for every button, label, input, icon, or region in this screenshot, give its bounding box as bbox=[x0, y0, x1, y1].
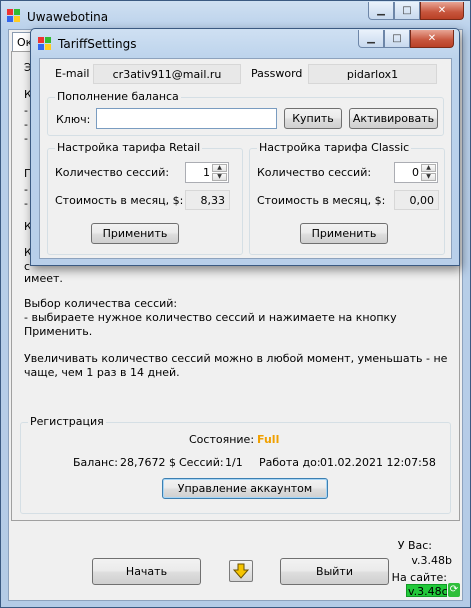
classic-spin-buttons: ▲ ▼ bbox=[421, 164, 436, 181]
dialog-window-controls: ▁ □ ✕ bbox=[358, 30, 454, 48]
bg-text: - bbox=[24, 118, 28, 131]
classic-cost-label: Стоимость в месяц, $: bbox=[257, 194, 386, 207]
registration-caption: Регистрация bbox=[28, 415, 106, 428]
info-text: Выбор количества сессий: - выбираете нуж… bbox=[24, 297, 456, 393]
topup-caption: Пополнение баланса bbox=[55, 90, 181, 103]
info-paragraph-sessions: Выбор количества сессий: - выбираете нуж… bbox=[24, 297, 397, 338]
spin-down-icon[interactable]: ▼ bbox=[421, 173, 436, 181]
info-paragraph-change: Увеличивать количество сессий можно в лю… bbox=[24, 352, 448, 379]
close-icon: ✕ bbox=[427, 33, 437, 44]
down-arrow-icon bbox=[233, 563, 249, 579]
email-field: cr3ativ911@mail.ru bbox=[93, 64, 241, 84]
exit-button[interactable]: Выйти bbox=[280, 558, 389, 585]
classic-group: Настройка тарифа Classic Количество сесс… bbox=[249, 141, 445, 255]
refresh-icon[interactable]: ⟳ bbox=[448, 583, 460, 597]
password-label: Password bbox=[251, 67, 303, 80]
bg-text: - bbox=[24, 183, 28, 196]
key-label: Ключ: bbox=[56, 113, 91, 126]
download-update-button[interactable] bbox=[229, 560, 253, 582]
retail-sessions-label: Количество сессий: bbox=[55, 166, 170, 179]
tariff-settings-dialog: TariffSettings ▁ □ ✕ E-mail cr3ativ911@m… bbox=[30, 28, 460, 266]
bg-text: - bbox=[24, 197, 28, 210]
retail-sessions-value: 1 bbox=[203, 166, 210, 179]
dialog-client-area: E-mail cr3ativ911@mail.ru Password pidar… bbox=[39, 58, 452, 259]
buy-button[interactable]: Купить bbox=[284, 108, 342, 129]
activate-button[interactable]: Активировать bbox=[349, 108, 438, 129]
manage-account-button[interactable]: Управление аккаунтом bbox=[162, 478, 328, 499]
state-label: Состояние: bbox=[189, 433, 255, 446]
bg-text: - bbox=[24, 104, 28, 117]
dialog-app-icon bbox=[38, 37, 51, 50]
classic-sessions-label: Количество сессий: bbox=[257, 166, 372, 179]
retail-caption: Настройка тарифа Retail bbox=[55, 141, 203, 154]
spin-down-icon[interactable]: ▼ bbox=[212, 173, 227, 181]
registration-group: Регистрация Состояние: Full Баланс: 28,7… bbox=[20, 415, 451, 514]
minimize-button[interactable]: ▁ bbox=[368, 2, 394, 20]
main-titlebar[interactable]: Uwawebotina ▁ □ ✕ bbox=[1, 1, 470, 29]
state-value: Full bbox=[257, 433, 280, 446]
bg-text: - bbox=[24, 132, 28, 145]
site-version-value[interactable]: v.3.48c bbox=[406, 584, 448, 598]
retail-group: Настройка тарифа Retail Количество сесси… bbox=[47, 141, 243, 255]
your-version-label: У Вас: bbox=[397, 539, 432, 552]
dialog-minimize-button[interactable]: ▁ bbox=[358, 30, 384, 48]
site-version-label: На сайте: bbox=[391, 571, 447, 584]
topup-group: Пополнение баланса Ключ: Купить Активиро… bbox=[47, 90, 444, 136]
classic-cost-value: 0,00 bbox=[394, 190, 439, 210]
maximize-icon: □ bbox=[402, 5, 412, 16]
password-field: pidarlox1 bbox=[308, 64, 437, 84]
balance-label: Баланс: bbox=[73, 456, 119, 469]
dialog-maximize-button[interactable]: □ bbox=[384, 30, 410, 48]
key-input[interactable] bbox=[96, 108, 277, 129]
retail-spin-buttons: ▲ ▼ bbox=[212, 164, 227, 181]
classic-apply-button[interactable]: Применить bbox=[300, 223, 388, 244]
dialog-title: TariffSettings bbox=[58, 37, 137, 51]
email-label: E-mail bbox=[55, 67, 90, 80]
minimize-icon: ▁ bbox=[367, 33, 375, 44]
app-icon bbox=[7, 9, 20, 22]
retail-cost-label: Стоимость в месяц, $: bbox=[55, 194, 184, 207]
retail-sessions-stepper[interactable]: 1 ▲ ▼ bbox=[185, 162, 229, 183]
maximize-button[interactable]: □ bbox=[394, 2, 420, 20]
start-button[interactable]: Начать bbox=[92, 558, 201, 585]
window-controls: ▁ □ ✕ bbox=[368, 2, 464, 20]
retail-apply-button[interactable]: Применить bbox=[91, 223, 179, 244]
minimize-icon: ▁ bbox=[377, 5, 385, 16]
close-icon: ✕ bbox=[437, 5, 447, 16]
window-title: Uwawebotina bbox=[27, 10, 109, 24]
classic-caption: Настройка тарифа Classic bbox=[257, 141, 412, 154]
work-until-value: 01.02.2021 12:07:58 bbox=[320, 456, 436, 469]
classic-sessions-value: 0 bbox=[412, 166, 419, 179]
retail-cost-value: 8,33 bbox=[185, 190, 230, 210]
dialog-close-button[interactable]: ✕ bbox=[410, 30, 454, 48]
close-button[interactable]: ✕ bbox=[420, 2, 464, 20]
classic-sessions-stepper[interactable]: 0 ▲ ▼ bbox=[394, 162, 438, 183]
spin-up-icon[interactable]: ▲ bbox=[421, 164, 436, 172]
maximize-icon: □ bbox=[392, 33, 402, 44]
your-version-value: v.3.48b bbox=[411, 554, 452, 567]
spin-up-icon[interactable]: ▲ bbox=[212, 164, 227, 172]
dialog-titlebar[interactable]: TariffSettings ▁ □ ✕ bbox=[31, 29, 459, 55]
bg-text: имеет. bbox=[24, 272, 63, 285]
sessions-value: 1/1 bbox=[225, 456, 243, 469]
sessions-label: Сессий: bbox=[179, 456, 224, 469]
work-until-label: Работа до: bbox=[259, 456, 321, 469]
balance-value: 28,7672 $ bbox=[120, 456, 176, 469]
